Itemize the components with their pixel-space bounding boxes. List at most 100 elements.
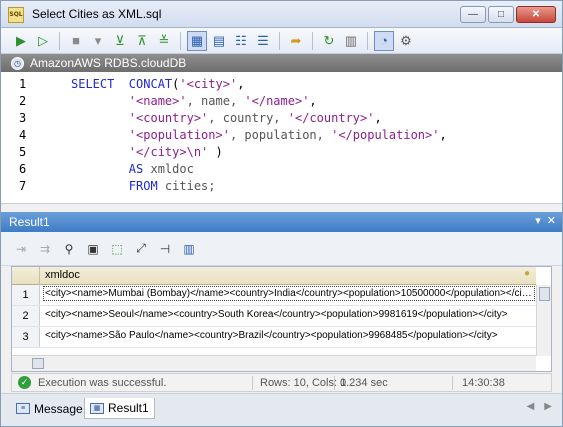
code-line[interactable]: 5 '</city>\n' ) xyxy=(1,144,562,161)
editor-toolbar: ▶ ▷ ■ ▾ ⊻ ⊼ ≚ ▦ ▤ ☷ ☰ ➦ ↻ ▥ ◔ ⚙ xyxy=(1,28,562,54)
grid-corner xyxy=(12,267,40,285)
code-token: , xyxy=(309,94,317,108)
table-row[interactable]: 2 <city><name>Seoul</name><country>South… xyxy=(12,306,536,327)
main-window: SQL Select Cities as XML.sql — □ ✕ ▶ ▷ ■… xyxy=(0,0,563,427)
close-panel-icon[interactable]: ✕ xyxy=(547,214,556,227)
horizontal-scrollbar[interactable] xyxy=(12,355,536,371)
row-number: 2 xyxy=(12,306,40,326)
execute-step-icon[interactable]: ▷ xyxy=(33,31,53,51)
tab-prev-icon[interactable]: ◀ xyxy=(527,401,535,412)
code-text: '<country>', country, '</country>', xyxy=(71,110,382,127)
code-token: xmldoc xyxy=(143,162,194,176)
tab-message[interactable]: ≡ Message xyxy=(11,398,88,419)
column-indicator-icon: ● xyxy=(523,268,530,279)
output-tabs: ≡ Message ▦ Result1 ◀ ▶ xyxy=(1,393,562,426)
code-token: , country, xyxy=(208,111,288,125)
connection-label: AmazonAWS RDBS.cloudDB xyxy=(30,56,187,70)
table-row[interactable]: 1 <city><name>Mumbai (Bombay)</name><cou… xyxy=(12,285,536,306)
expand-all-icon[interactable]: ⊻ xyxy=(110,31,130,51)
code-line[interactable]: 4 '<population>', population, '</populat… xyxy=(1,127,562,144)
status-divider xyxy=(452,376,453,390)
table-cell[interactable]: <city><name>São Paulo</name><country>Bra… xyxy=(45,330,533,341)
last-result-icon[interactable]: ⇉ xyxy=(35,239,55,259)
code-line[interactable]: 7 FROM cities; xyxy=(1,178,562,195)
code-token: , population, xyxy=(229,128,332,142)
tab-result1-label: Result1 xyxy=(108,401,149,415)
collapse-icon[interactable]: ▾ xyxy=(88,31,108,51)
save-result-icon[interactable]: ▣ xyxy=(83,239,103,259)
grid-header: xmldoc ● xyxy=(12,267,536,285)
minimize-button[interactable]: — xyxy=(460,6,486,23)
code-line[interactable]: 3 '<country>', country, '</country>', xyxy=(1,110,562,127)
find-icon[interactable]: ⚲ xyxy=(59,239,79,259)
code-token: SELECT xyxy=(71,77,129,91)
status-divider xyxy=(334,376,335,390)
table-cell[interactable]: <city><name>Seoul</name><country>South K… xyxy=(45,309,533,320)
code-token: '</name>' xyxy=(244,94,310,108)
tab-next-icon[interactable]: ▶ xyxy=(544,401,552,412)
result-toolbar: ⇥ ⇉ ⚲ ▣ ⬚ ⤢ ⊣ ▥ xyxy=(1,232,562,266)
code-line[interactable]: 6 AS xmldoc xyxy=(1,161,562,178)
code-token: cities; xyxy=(157,179,216,193)
toolbar-separator xyxy=(367,31,368,50)
code-token: FROM xyxy=(128,179,158,193)
line-number: 5 xyxy=(19,145,27,159)
code-token: , xyxy=(439,128,447,142)
vertical-scroll-thumb[interactable] xyxy=(539,287,550,301)
code-token: '<name>' xyxy=(128,94,187,108)
code-token: AS xyxy=(128,162,144,176)
result-panel-title: Result1 xyxy=(9,215,50,229)
close-button[interactable]: ✕ xyxy=(516,6,556,23)
next-result-icon[interactable]: ⇥ xyxy=(11,239,31,259)
stop-icon[interactable]: ■ xyxy=(66,31,86,51)
column-header-xmldoc[interactable]: xmldoc xyxy=(45,269,80,281)
expand-icon[interactable]: ⊼ xyxy=(132,31,152,51)
database-connection-icon: ◷ xyxy=(11,56,24,70)
list-view-icon[interactable]: ☰ xyxy=(253,31,273,51)
code-token: CONCAT xyxy=(128,77,173,91)
table-view-icon[interactable]: ☷ xyxy=(231,31,251,51)
history-icon[interactable]: ▥ xyxy=(341,31,361,51)
pin-icon[interactable]: ⊣ xyxy=(155,239,175,259)
horizontal-scroll-thumb[interactable] xyxy=(32,358,44,369)
execution-clock: 14:30:38 xyxy=(462,377,505,389)
refresh-icon[interactable]: ↻ xyxy=(319,31,339,51)
table-cell[interactable]: <city><name>Mumbai (Bombay)</name><count… xyxy=(43,286,535,301)
window-controls: — □ ✕ xyxy=(460,6,556,23)
code-text: AS xmldoc xyxy=(71,161,194,178)
line-number: 1 xyxy=(19,77,27,91)
code-text: '<name>', name, '</name>', xyxy=(71,93,317,110)
line-number: 6 xyxy=(19,162,27,176)
row-number: 1 xyxy=(12,285,40,305)
code-line[interactable]: 1 SELECT CONCAT('<city>', xyxy=(1,76,562,93)
execute-icon[interactable]: ▶ xyxy=(11,31,31,51)
timer-icon[interactable]: ◔ xyxy=(374,30,394,51)
result-grid: xmldoc ● 1 <city><name>Mumbai (Bombay)</… xyxy=(11,266,552,372)
maximize-grid-icon[interactable]: ⤢ xyxy=(131,239,151,259)
code-token: , name, xyxy=(186,94,245,108)
export-icon[interactable]: ⬚ xyxy=(107,239,127,259)
grid-view-icon[interactable]: ▦ xyxy=(187,30,207,51)
code-line[interactable]: 2 '<name>', name, '</name>', xyxy=(1,93,562,110)
vertical-scrollbar[interactable] xyxy=(536,285,551,356)
open-folder-icon[interactable]: ➦ xyxy=(286,31,306,51)
text-view-icon[interactable]: ▤ xyxy=(209,31,229,51)
table-row[interactable]: 3 <city><name>São Paulo</name><country>B… xyxy=(12,327,536,348)
maximize-button[interactable]: □ xyxy=(488,6,514,23)
tab-message-label: Message xyxy=(34,401,83,416)
collapse-all-icon[interactable]: ≚ xyxy=(154,31,174,51)
line-number: 3 xyxy=(19,111,27,125)
hierarchy-icon[interactable]: ⚙ xyxy=(396,31,416,51)
pin-dropdown-icon[interactable]: ▾ xyxy=(535,214,541,227)
tab-result1[interactable]: ▦ Result1 xyxy=(84,398,155,419)
code-text: '<population>', population, '</populatio… xyxy=(71,127,447,144)
status-bar: ✓ Execution was successful. Rows: 10, Co… xyxy=(11,373,552,392)
code-token: '<country>' xyxy=(128,111,209,125)
chart-icon[interactable]: ▥ xyxy=(179,239,199,259)
sql-editor[interactable]: 1 SELECT CONCAT('<city>', 2 '<name>', name… xyxy=(1,72,562,204)
